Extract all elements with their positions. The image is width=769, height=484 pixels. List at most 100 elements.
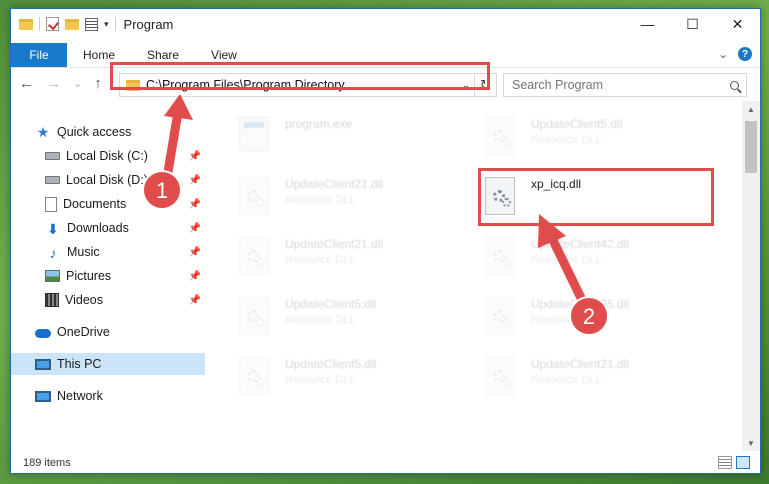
file-item[interactable]: UpdateClient5.dll Resource DLL: [239, 295, 469, 343]
file-item[interactable]: UpdateClient21.dll Resource DLL: [485, 355, 715, 403]
sidebar-item-quick-access[interactable]: ★ Quick access: [11, 121, 205, 143]
sidebar-item-network[interactable]: Network: [11, 385, 205, 407]
sidebar-item-label: Videos: [65, 293, 103, 307]
file-item[interactable]: UpdateClient5.dll Resource DLL: [239, 355, 469, 403]
pin-icon[interactable]: 📌: [189, 223, 201, 234]
file-name: UpdateClient65.dll: [531, 297, 630, 311]
search-icon[interactable]: [722, 80, 746, 90]
file-name: UpdateClient5.dll: [531, 117, 623, 131]
dll-file-icon: [485, 357, 519, 397]
file-name: UpdateClient42.dll: [531, 237, 630, 251]
recent-locations-icon[interactable]: ⌄: [73, 77, 82, 90]
close-button[interactable]: ✕: [715, 9, 760, 39]
file-item[interactable]: program.exe: [239, 115, 469, 163]
file-item[interactable]: UpdateClient5.dll Resource DLL: [485, 115, 715, 163]
sidebar-item-label: Documents: [63, 197, 127, 211]
pin-icon[interactable]: 📌: [189, 295, 201, 306]
scroll-down-icon[interactable]: ▼: [742, 435, 760, 451]
divider: [39, 17, 40, 31]
expand-ribbon-icon[interactable]: ⌄: [718, 47, 728, 61]
item-count: 189 items: [23, 457, 71, 469]
sidebar-item-onedrive[interactable]: OneDrive: [11, 321, 205, 343]
status-bar: 189 items: [11, 453, 760, 473]
sidebar-item-label: Pictures: [66, 269, 112, 283]
search-box[interactable]: [503, 73, 747, 97]
file-name: UpdateClient21.dll: [285, 177, 384, 191]
help-icon[interactable]: ?: [738, 47, 752, 61]
pin-icon[interactable]: 📌: [189, 199, 201, 210]
tab-view[interactable]: View: [195, 48, 253, 62]
file-type: Resource DLL: [531, 374, 602, 386]
qa-dropdown-icon[interactable]: ▾: [104, 19, 109, 30]
ribbon-right: ⌄ ?: [718, 47, 752, 61]
sidebar-item-label: Downloads: [67, 221, 129, 235]
file-type: Resource DLL: [285, 254, 356, 266]
tab-home[interactable]: Home: [67, 48, 131, 62]
sidebar-item-videos[interactable]: Videos 📌: [11, 289, 205, 311]
music-icon: ♪: [49, 245, 57, 261]
sidebar-item-music[interactable]: ♪ Music 📌: [11, 241, 205, 263]
pin-icon[interactable]: 📌: [189, 175, 201, 186]
new-folder-icon[interactable]: [65, 18, 79, 30]
navigation-pane: ★ Quick access Local Disk (C:) 📌 Local Disk …: [11, 109, 207, 449]
minimize-button[interactable]: —: [625, 9, 670, 39]
sidebar-item-downloads[interactable]: ⬇ Downloads 📌: [11, 217, 205, 239]
file-type: Resource DLL: [531, 254, 602, 266]
sidebar-item-label: Music: [67, 245, 100, 259]
pin-icon[interactable]: 📌: [189, 247, 201, 258]
large-icons-view-icon[interactable]: [736, 456, 750, 469]
drive-icon: [45, 152, 60, 160]
sidebar-item-this-pc[interactable]: This PC: [11, 353, 205, 375]
file-name: UpdateClient5.dll: [285, 297, 377, 311]
dll-file-icon: [485, 297, 519, 337]
forward-arrow-icon[interactable]: →: [46, 75, 61, 92]
file-item[interactable]: UpdateClient65.dll Resource DLL: [485, 295, 715, 343]
file-name: UpdateClient21.dll: [285, 237, 384, 251]
search-input[interactable]: [512, 78, 722, 92]
star-icon: ★: [36, 123, 50, 140]
window-controls: — ☐ ✕: [625, 9, 760, 39]
dll-file-icon: [485, 117, 519, 157]
network-icon: [35, 390, 51, 402]
dll-file-icon: [239, 297, 273, 337]
sidebar-item-local-disk-c[interactable]: Local Disk (C:) 📌: [11, 145, 205, 167]
file-type: Resource DLL: [285, 194, 356, 206]
dll-file-icon: [485, 237, 519, 277]
file-list: program.exe UpdateClient5.dll Resource DLL…: [217, 101, 741, 451]
file-item[interactable]: UpdateClient42.dll Resource DLL: [485, 235, 715, 283]
dll-file-icon: [239, 357, 273, 397]
sidebar-item-documents[interactable]: Documents 📌: [11, 193, 205, 215]
folder-icon[interactable]: [19, 18, 33, 30]
file-highlight: [478, 168, 714, 226]
pin-icon[interactable]: 📌: [189, 151, 201, 162]
maximize-button[interactable]: ☐: [670, 9, 715, 39]
tab-share[interactable]: Share: [131, 48, 195, 62]
file-item[interactable]: UpdateClient21.dll Resource DLL: [239, 235, 469, 283]
file-name: UpdateClient21.dll: [531, 357, 630, 371]
sidebar-item-label: This PC: [57, 357, 102, 371]
videos-icon: [45, 293, 59, 307]
sidebar-item-label: Local Disk (D:): [66, 173, 148, 187]
file-item[interactable]: UpdateClient21.dll Resource DLL: [239, 175, 469, 223]
tab-file[interactable]: File: [11, 42, 67, 67]
sidebar-item-label: Local Disk (C:): [66, 149, 148, 163]
scroll-up-icon[interactable]: ▲: [742, 101, 760, 117]
download-icon: ⬇: [47, 221, 59, 237]
file-name: program.exe: [285, 117, 353, 131]
pin-icon[interactable]: 📌: [189, 271, 201, 282]
sidebar-item-label: OneDrive: [57, 325, 110, 339]
sidebar-item-pictures[interactable]: Pictures 📌: [11, 265, 205, 287]
quick-access-toolbar: ▾: [11, 17, 116, 31]
back-arrow-icon[interactable]: ←: [19, 75, 34, 92]
sidebar-item-local-disk-d[interactable]: Local Disk (D:) 📌: [11, 169, 205, 191]
scroll-thumb[interactable]: [745, 121, 757, 173]
customize-icon[interactable]: [85, 17, 98, 31]
dll-file-icon: [239, 177, 273, 217]
file-type: Resource DLL: [531, 314, 602, 326]
vertical-scrollbar[interactable]: ▲ ▼: [742, 101, 760, 451]
file-type: Resource DLL: [531, 134, 602, 146]
details-view-icon[interactable]: [718, 456, 732, 469]
dll-file-icon: [239, 237, 273, 277]
properties-check-icon[interactable]: [46, 17, 59, 31]
up-arrow-icon[interactable]: ↑: [94, 75, 102, 92]
